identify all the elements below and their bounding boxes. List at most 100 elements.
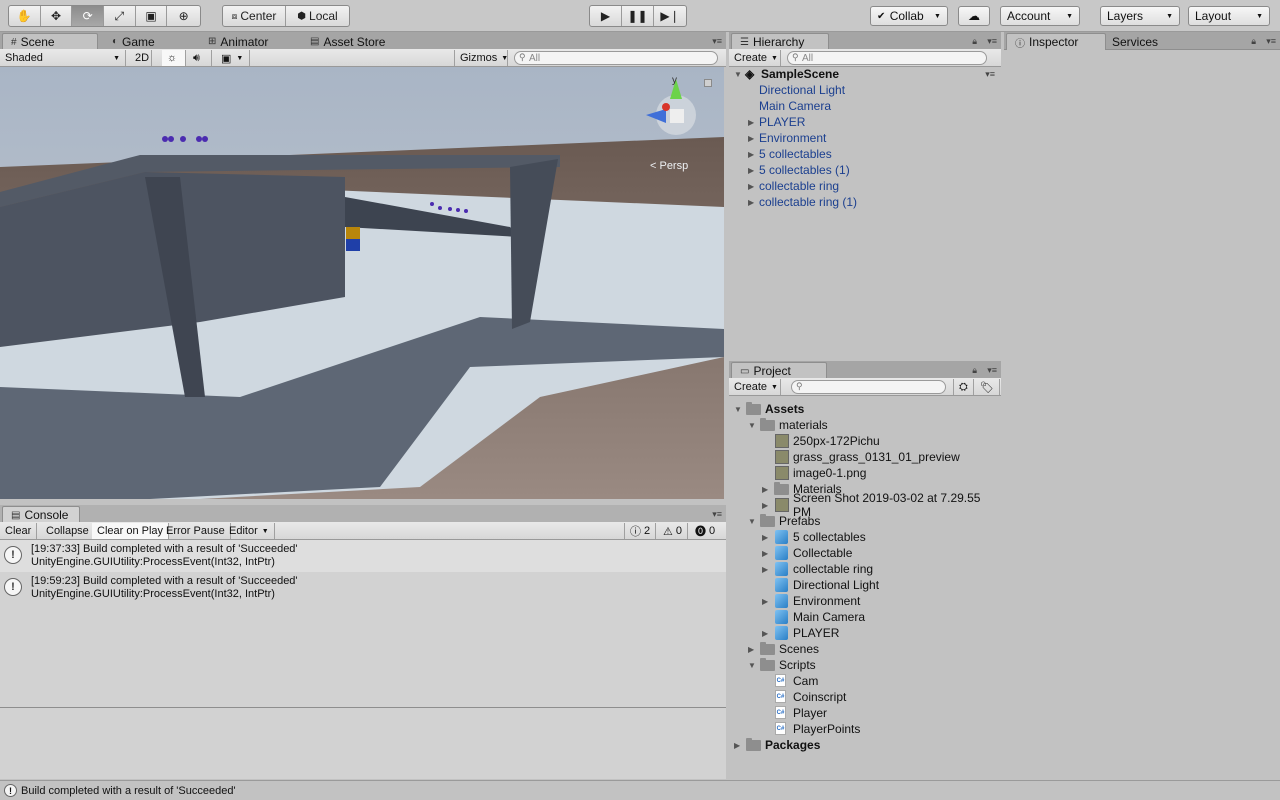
project-item[interactable]: Main Camera bbox=[729, 609, 1001, 625]
create-dropdown[interactable]: Create ▼ bbox=[729, 50, 781, 66]
scene-root-row[interactable]: ▼ ◈ SampleScene ▾≡ bbox=[729, 66, 1001, 82]
project-item[interactable]: C# Coinscript bbox=[729, 689, 1001, 705]
chevron-right-icon[interactable]: ▶ bbox=[748, 166, 754, 175]
panel-menu-icon[interactable]: ▾≡ bbox=[987, 36, 997, 47]
tab-project[interactable]: ▭ Project bbox=[731, 362, 827, 379]
chevron-right-icon[interactable]: ▶ bbox=[762, 597, 768, 606]
cloud-button[interactable]: ☁ bbox=[958, 6, 990, 26]
tab-inspector[interactable]: ⓘ Inspector bbox=[1006, 33, 1106, 50]
project-item[interactable]: ▼ Scripts bbox=[729, 657, 1001, 673]
audio-toggle[interactable]: 🔊︎ bbox=[188, 50, 212, 66]
panel-menu-icon[interactable]: ▾≡ bbox=[987, 365, 997, 376]
chevron-right-icon[interactable]: ▶ bbox=[748, 134, 754, 143]
project-item[interactable]: C# Player bbox=[729, 705, 1001, 721]
layers-dropdown[interactable]: Layers ▼ bbox=[1100, 6, 1180, 26]
project-item[interactable]: grass_grass_0131_01_preview bbox=[729, 449, 1001, 465]
project-item[interactable]: ▶ collectable ring bbox=[729, 561, 1001, 577]
project-item[interactable]: ▶ Scenes bbox=[729, 641, 1001, 657]
project-item[interactable]: image0-1.png bbox=[729, 465, 1001, 481]
collapse-button[interactable]: Collapse bbox=[41, 523, 95, 539]
chevron-right-icon[interactable]: ▶ bbox=[762, 501, 768, 510]
hierarchy-item[interactable]: ▶ Environment bbox=[729, 130, 1001, 146]
warning-count-toggle[interactable]: ⚠ 0 bbox=[658, 523, 688, 539]
chevron-right-icon[interactable]: ▶ bbox=[762, 565, 768, 574]
tab-asset-store[interactable]: ▤ Asset Store bbox=[302, 33, 393, 50]
project-item[interactable]: ▼ Assets bbox=[729, 401, 1001, 417]
project-item[interactable]: ▼ materials bbox=[729, 417, 1001, 433]
hierarchy-item[interactable]: Directional Light bbox=[729, 82, 1001, 98]
lock-icon[interactable]: 🔒︎ bbox=[972, 36, 977, 47]
clear-button[interactable]: Clear bbox=[0, 523, 38, 539]
error-count-toggle[interactable]: ⓿0 bbox=[690, 523, 720, 539]
status-message[interactable]: Build completed with a result of 'Succee… bbox=[21, 785, 236, 797]
effects-dropdown[interactable]: ▣ ▼ bbox=[216, 50, 250, 66]
console-entry[interactable]: ! [19:59:23] Build completed with a resu… bbox=[0, 572, 726, 604]
project-item[interactable]: C# Cam bbox=[729, 673, 1001, 689]
move-icon[interactable]: ✥ bbox=[41, 6, 73, 26]
gizmo-lock-icon[interactable] bbox=[704, 79, 712, 87]
console-entry[interactable]: ! [19:37:33] Build completed with a resu… bbox=[0, 540, 726, 572]
hierarchy-item[interactable]: ▶ PLAYER bbox=[729, 114, 1001, 130]
hand-icon[interactable]: ✋ bbox=[9, 6, 41, 26]
perspective-label[interactable]: < Persp bbox=[650, 160, 688, 172]
tab-services[interactable]: Services bbox=[1104, 33, 1166, 50]
panel-menu-icon[interactable]: ▾≡ bbox=[712, 509, 722, 520]
create-dropdown[interactable]: Create ▼ bbox=[729, 379, 781, 395]
scene-viewport[interactable]: y < Persp bbox=[0, 67, 724, 499]
chevron-right-icon[interactable]: ▶ bbox=[762, 629, 768, 638]
chevron-right-icon[interactable]: ▶ bbox=[748, 150, 754, 159]
project-item[interactable]: ▶ Collectable bbox=[729, 545, 1001, 561]
project-item[interactable]: ▶ PLAYER bbox=[729, 625, 1001, 641]
tab-scene[interactable]: # Scene bbox=[2, 33, 98, 50]
hierarchy-item[interactable]: Main Camera bbox=[729, 98, 1001, 114]
error-pause-button[interactable]: Error Pause bbox=[161, 523, 231, 539]
hierarchy-search-input[interactable]: ⚲ All bbox=[787, 51, 987, 65]
editor-dropdown[interactable]: Editor ▼ bbox=[224, 523, 275, 539]
lock-icon[interactable]: 🔒︎ bbox=[1251, 36, 1256, 47]
info-count-toggle[interactable]: ⓘ 2 bbox=[624, 523, 657, 539]
chevron-right-icon[interactable]: ▶ bbox=[748, 182, 754, 191]
filter-label-button[interactable]: 🏷︎ bbox=[975, 379, 1000, 395]
lock-icon[interactable]: 🔒︎ bbox=[972, 365, 977, 376]
tab-animator[interactable]: ⊞ Animator bbox=[200, 33, 276, 50]
lighting-toggle[interactable]: ☼ bbox=[162, 50, 186, 66]
gizmos-dropdown[interactable]: Gizmos ▼ bbox=[454, 50, 508, 66]
panel-menu-icon[interactable]: ▾≡ bbox=[712, 36, 722, 47]
pivot-local-button[interactable]: ⬢ Local bbox=[286, 6, 349, 26]
hierarchy-item[interactable]: ▶ 5 collectables (1) bbox=[729, 162, 1001, 178]
panel-menu-icon[interactable]: ▾≡ bbox=[1266, 36, 1276, 47]
clear-on-play-button[interactable]: Clear on Play bbox=[92, 523, 170, 539]
chevron-right-icon[interactable]: ▶ bbox=[762, 533, 768, 542]
collab-dropdown[interactable]: ✔ Collab ▼ bbox=[870, 6, 948, 26]
console-splitter[interactable] bbox=[0, 707, 726, 708]
chevron-down-icon[interactable]: ▼ bbox=[748, 661, 756, 670]
filter-type-button[interactable]: ⛭ bbox=[953, 379, 974, 395]
play-icon[interactable]: ▶ bbox=[590, 6, 622, 26]
scene-menu-icon[interactable]: ▾≡ bbox=[985, 69, 995, 80]
scene-search-input[interactable]: ⚲ All bbox=[514, 51, 718, 65]
pivot-center-button[interactable]: ⧈ Center bbox=[223, 6, 287, 26]
chevron-down-icon[interactable]: ▼ bbox=[748, 421, 756, 430]
chevron-down-icon[interactable]: ▼ bbox=[734, 405, 742, 414]
chevron-right-icon[interactable]: ▶ bbox=[762, 485, 768, 494]
project-item[interactable]: ▶ Screen Shot 2019-03-02 at 7.29.55 PM bbox=[729, 491, 1001, 519]
step-icon[interactable]: ▶❘ bbox=[654, 6, 686, 26]
chevron-right-icon[interactable]: ▶ bbox=[734, 741, 740, 750]
project-item[interactable]: ▶ Packages bbox=[729, 737, 1001, 753]
rotate-icon[interactable]: ⟳ bbox=[72, 6, 105, 26]
project-item[interactable]: Directional Light bbox=[729, 577, 1001, 593]
tab-game[interactable]: ◐ Game bbox=[104, 33, 163, 50]
project-item[interactable]: ▶ 5 collectables bbox=[729, 529, 1001, 545]
project-search-input[interactable]: ⚲ bbox=[791, 380, 946, 394]
transform-icon[interactable]: ⊕ bbox=[167, 6, 200, 26]
chevron-down-icon[interactable]: ▼ bbox=[748, 517, 756, 526]
tab-console[interactable]: ▤ Console bbox=[2, 506, 80, 523]
pause-icon[interactable]: ❚❚ bbox=[622, 6, 654, 26]
tab-hierarchy[interactable]: ☰ Hierarchy bbox=[731, 33, 829, 50]
scale-icon[interactable]: ⤢ bbox=[104, 6, 136, 26]
hierarchy-item[interactable]: ▶ collectable ring bbox=[729, 178, 1001, 194]
chevron-right-icon[interactable]: ▶ bbox=[762, 549, 768, 558]
project-item[interactable]: C# PlayerPoints bbox=[729, 721, 1001, 737]
account-dropdown[interactable]: Account ▼ bbox=[1000, 6, 1080, 26]
project-item[interactable]: 250px-172Pichu bbox=[729, 433, 1001, 449]
